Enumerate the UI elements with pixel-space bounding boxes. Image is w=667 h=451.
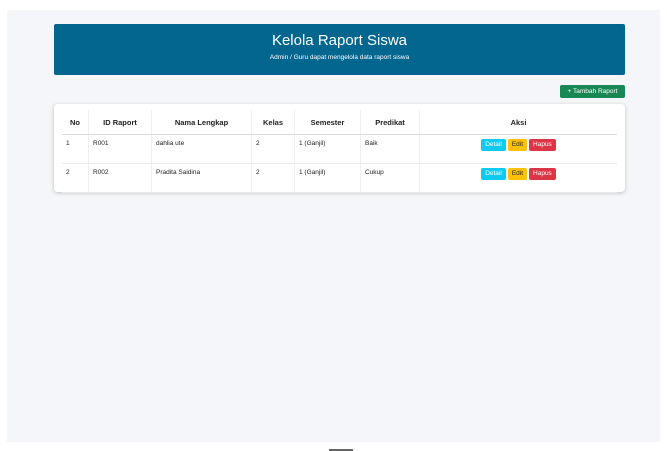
- edit-button[interactable]: Edit: [507, 168, 528, 180]
- delete-button[interactable]: Hapus: [529, 139, 556, 151]
- column-header-no: No: [62, 110, 89, 135]
- column-header-predikat: Predikat: [360, 110, 420, 135]
- cell-no: 2: [62, 163, 89, 193]
- column-header-aksi: Aksi: [419, 110, 617, 135]
- table-header-row: No ID Raport Nama Lengkap Kelas Semester…: [62, 110, 617, 135]
- cell-predikat: Cukup: [360, 163, 420, 193]
- page-subtitle: Admin / Guru dapat mengelola data raport…: [269, 54, 410, 61]
- cell-kelas: 2: [251, 134, 295, 164]
- cell-predikat: Baik: [360, 134, 420, 164]
- column-header-semester: Semester: [294, 110, 361, 135]
- page-header: Kelola Raport Siswa Admin / Guru dapat m…: [54, 24, 625, 75]
- delete-button[interactable]: Hapus: [529, 168, 556, 180]
- cell-nama-lengkap: Pradita Saidina: [151, 163, 252, 193]
- detail-button[interactable]: Detail: [481, 139, 506, 151]
- table-row: 2 R002 Pradita Saidina 2 1 (Ganjil) Cuku…: [62, 163, 617, 193]
- cell-semester: 1 (Ganjil): [294, 134, 361, 164]
- page-title: Kelola Raport Siswa: [271, 32, 408, 49]
- cell-id-raport: R001: [88, 134, 152, 164]
- detail-button[interactable]: Detail: [481, 168, 506, 180]
- cell-aksi: Detail Edit Hapus: [419, 163, 617, 193]
- cell-no: 1: [62, 134, 89, 164]
- raport-table: No ID Raport Nama Lengkap Kelas Semester…: [62, 110, 617, 193]
- column-header-nama-lengkap: Nama Lengkap: [151, 110, 252, 135]
- cell-nama-lengkap: dahlia ute: [151, 134, 252, 164]
- cell-id-raport: R002: [88, 163, 152, 193]
- column-header-id-raport: ID Raport: [88, 110, 152, 135]
- table-row: 1 R001 dahlia ute 2 1 (Ganjil) Baik Deta…: [62, 134, 617, 164]
- cell-semester: 1 (Ganjil): [294, 163, 361, 193]
- column-header-kelas: Kelas: [251, 110, 295, 135]
- cell-aksi: Detail Edit Hapus: [419, 134, 617, 164]
- add-raport-button[interactable]: + Tambah Raport: [560, 85, 625, 98]
- edit-button[interactable]: Edit: [507, 139, 528, 151]
- cell-kelas: 2: [251, 163, 295, 193]
- raport-table-card: No ID Raport Nama Lengkap Kelas Semester…: [54, 104, 625, 193]
